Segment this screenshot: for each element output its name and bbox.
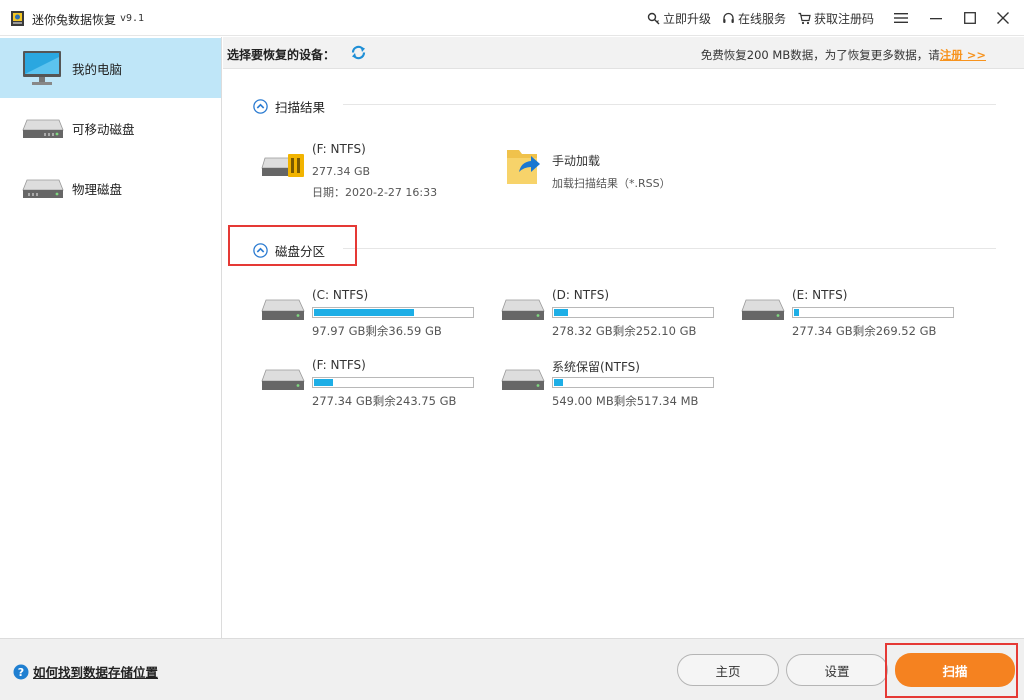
online-service-link[interactable]: 在线服务 [722, 10, 786, 27]
drive-with-results-icon [261, 154, 304, 177]
partition-name: (F: NTFS) [312, 358, 366, 372]
partition-name: (C: NTFS) [312, 288, 369, 302]
sidebar-item-label: 物理磁盘 [72, 181, 123, 197]
monitor-icon [23, 51, 61, 85]
usage-bar-fill [794, 309, 799, 316]
svg-text:?: ? [18, 666, 24, 679]
free-recovery-note: 免费恢复200 MB数据，为了恢复更多数据，请注册 >> [701, 47, 986, 63]
sidebar-item-my-computer[interactable]: 我的电脑 [0, 38, 221, 98]
hard-drive-icon [261, 369, 305, 390]
device-select-title: 选择要恢复的设备： [227, 48, 336, 62]
manual-load-description: 加载扫描结果（*.RSS） [552, 177, 671, 190]
home-button[interactable]: 主页 [677, 654, 779, 686]
get-register-code-link[interactable]: 获取注册码 [798, 10, 874, 27]
scan-result-size: 277.34 GB [312, 165, 371, 178]
minimize-button[interactable] [926, 8, 946, 28]
partition-usage: 277.34 GB剩余269.52 GB [792, 324, 937, 338]
scan-results-header[interactable]: 扫描结果 [253, 97, 325, 116]
usage-bar [312, 307, 474, 318]
close-button[interactable] [993, 8, 1013, 28]
usage-bar [312, 377, 474, 388]
settings-button[interactable]: 设置 [786, 654, 888, 686]
removable-drive-icon [22, 119, 64, 138]
device-select-bar: 选择要恢复的设备： 免费恢复200 MB数据，为了恢复更多数据，请注册 >> [223, 37, 1024, 69]
usage-bar-fill [554, 379, 563, 386]
scan-result-name: (F: NTFS) [312, 142, 366, 156]
upgrade-label: 立即升级 [663, 12, 712, 26]
scan-results-heading: 扫描结果 [275, 100, 326, 115]
get-register-code-label: 获取注册码 [814, 12, 875, 26]
help-link[interactable]: ? 如何找到数据存储位置 [13, 662, 158, 681]
scan-result-date: 日期：2020-2-27 16:33 [312, 186, 438, 199]
partition-f[interactable]: (F: NTFS) 277.34 GB剩余243.75 GB [261, 358, 481, 408]
sidebar-item-physical-disk[interactable]: 物理磁盘 [0, 158, 221, 218]
upgrade-link[interactable]: 立即升级 [647, 10, 711, 27]
partition-usage: 549.00 MB剩余517.34 MB [552, 394, 699, 408]
folder-load-icon [507, 150, 540, 184]
partition-usage: 278.32 GB剩余252.10 GB [552, 324, 697, 338]
partition-usage: 97.97 GB剩余36.59 GB [312, 324, 442, 338]
hamburger-icon [894, 13, 908, 23]
app-logo-icon [11, 11, 24, 26]
partition-c[interactable]: (C: NTFS) 97.97 GB剩余36.59 GB [261, 288, 481, 338]
physical-disk-icon [22, 179, 64, 198]
divider [343, 104, 996, 105]
hard-drive-icon [741, 299, 785, 320]
partition-name: 系统保留(NTFS) [552, 360, 640, 374]
partition-name: (D: NTFS) [552, 288, 610, 302]
main-panel: 扫描结果 (F: NTFS) 277.34 GB 日期：2020-2-27 16… [223, 70, 1024, 638]
title-bar: 迷你兔数据恢复 v9.1 立即升级 在线服务 获取注册码 [0, 0, 1024, 36]
scan-result-f-drive[interactable]: (F: NTFS) 277.34 GB 日期：2020-2-27 16:33 [261, 140, 461, 200]
partition-name: (E: NTFS) [792, 288, 848, 302]
register-link[interactable]: 注册 >> [940, 48, 986, 62]
partition-usage: 277.34 GB剩余243.75 GB [312, 394, 457, 408]
menu-button[interactable] [891, 8, 911, 28]
collapse-up-icon [253, 99, 268, 114]
help-link-label: 如何找到数据存储位置 [33, 665, 159, 680]
minimize-icon [930, 18, 942, 20]
divider [343, 248, 996, 249]
hard-drive-icon [501, 299, 545, 320]
free-recovery-text: 免费恢复200 MB数据，为了恢复更多数据，请 [700, 48, 940, 62]
sidebar: 我的电脑 可移动磁盘 物理磁盘 [0, 37, 222, 638]
hard-drive-icon [501, 369, 545, 390]
usage-bar [552, 377, 714, 388]
close-icon [997, 12, 1009, 24]
usage-bar-fill [314, 309, 414, 316]
app-title: 迷你兔数据恢复 [32, 13, 117, 27]
help-icon: ? [13, 664, 29, 679]
app-version: v9.1 [120, 13, 145, 24]
cart-icon [798, 12, 811, 25]
manual-load-label: 手动加载 [552, 154, 601, 168]
refresh-icon[interactable] [350, 44, 367, 61]
online-service-label: 在线服务 [738, 12, 787, 26]
headset-icon [723, 12, 734, 23]
sidebar-item-label: 我的电脑 [72, 61, 123, 77]
maximize-button[interactable] [960, 8, 980, 28]
sidebar-item-removable-drive[interactable]: 可移动磁盘 [0, 98, 221, 158]
bottom-bar: ? 如何找到数据存储位置 主页 设置 扫描 [0, 638, 1024, 700]
hard-drive-icon [261, 299, 305, 320]
scan-highlight-box [885, 643, 1018, 698]
partition-d[interactable]: (D: NTFS) 278.32 GB剩余252.10 GB [501, 288, 721, 338]
partition-e[interactable]: (E: NTFS) 277.34 GB剩余269.52 GB [741, 288, 971, 338]
partition-system-reserved[interactable]: 系统保留(NTFS) 549.00 MB剩余517.34 MB [501, 358, 721, 408]
sidebar-item-label: 可移动磁盘 [72, 121, 135, 137]
key-icon [647, 12, 660, 25]
maximize-icon [964, 12, 976, 24]
usage-bar [792, 307, 954, 318]
usage-bar-fill [314, 379, 333, 386]
usage-bar-fill [554, 309, 568, 316]
manual-load-item[interactable]: 手动加载 加载扫描结果（*.RSS） [505, 144, 725, 194]
partition-highlight-box [228, 225, 357, 266]
usage-bar [552, 307, 714, 318]
